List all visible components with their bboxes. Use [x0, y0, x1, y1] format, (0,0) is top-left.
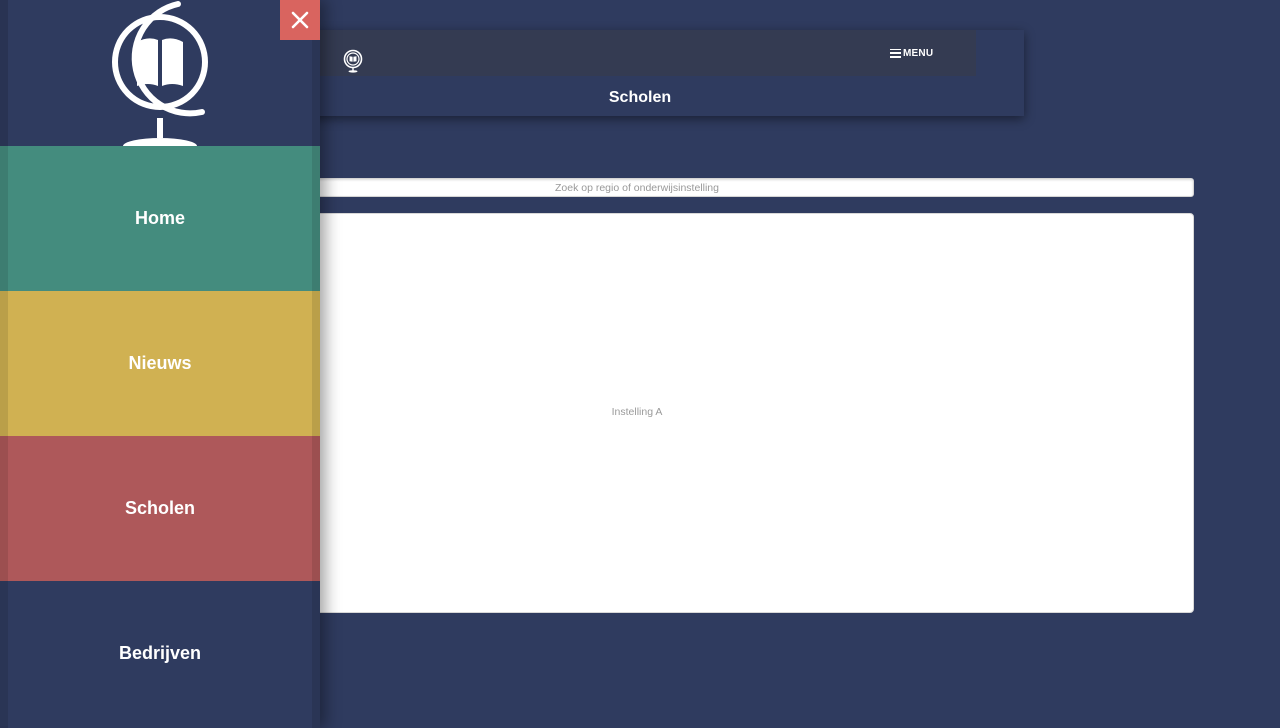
nav-item-label: Home: [134, 208, 185, 228]
hamburger-icon: [890, 48, 901, 58]
nav-item-label: Scholen: [124, 498, 195, 518]
nav-item-label: Bedrijven: [118, 643, 202, 663]
top-bar: MENU: [256, 30, 976, 76]
nav-item-nieuws[interactable]: Nieuws: [0, 291, 320, 436]
nav-item-home[interactable]: Home: [0, 146, 320, 291]
menu-button-label: MENU: [903, 47, 934, 59]
globe-logo-icon[interactable]: [342, 49, 364, 73]
side-drawer: Home Nieuws Scholen Bedrijven: [0, 0, 320, 728]
menu-button[interactable]: MENU: [890, 46, 933, 60]
nav-item-scholen[interactable]: Scholen: [0, 436, 320, 581]
nav-item-label: Nieuws: [128, 353, 192, 373]
globe-book-icon: [112, 1, 208, 146]
close-button[interactable]: [280, 0, 320, 40]
page-title: Scholen: [608, 89, 672, 106]
site-header: MENU Scholen: [256, 30, 1024, 116]
close-icon: [291, 11, 309, 29]
nav-item-bedrijven[interactable]: Bedrijven: [0, 581, 320, 726]
